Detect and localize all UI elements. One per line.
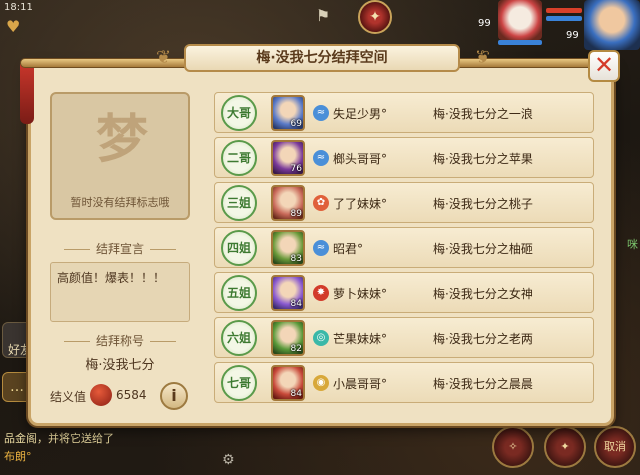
member-portrait: 76 — [271, 140, 305, 176]
member-level: 83 — [290, 254, 302, 264]
member-row[interactable]: 大哥 69 ≈ 失足少男° 梅·没我七分之一浪 — [214, 92, 594, 133]
member-level: 84 — [290, 299, 302, 309]
fire-element-icon: ✿ — [313, 195, 329, 211]
rank-badge: 二哥 — [221, 140, 257, 176]
chat-line: 布朗° — [4, 450, 32, 463]
member-name: 芒果妹妹° — [333, 332, 388, 346]
member-level: 89 — [290, 209, 302, 219]
title-ornament-left: ❦ — [156, 47, 172, 68]
rank-badge: 大哥 — [221, 95, 257, 131]
gear-icon[interactable]: ⚙ — [222, 452, 240, 470]
member-level: 84 — [290, 389, 302, 399]
dialog-title: 梅·没我七分结拜空间 — [184, 44, 460, 72]
rank-badge: 四姐 — [221, 230, 257, 266]
skill-button[interactable]: ✦ — [544, 426, 586, 468]
member-title: 梅·没我七分之柚砸 — [433, 242, 533, 256]
member-title: 梅·没我七分之女神 — [433, 287, 533, 301]
member-title: 梅·没我七分之一浪 — [433, 107, 533, 121]
member-name: 小晨哥哥° — [333, 377, 388, 391]
rank-badge: 三姐 — [221, 185, 257, 221]
member-row[interactable]: 二哥 76 ≈ 榔头哥哥° 梅·没我七分之苹果 — [214, 137, 594, 178]
member-row[interactable]: 七哥 84 ◉ 小晨哥哥° 梅·没我七分之晨晨 — [214, 362, 594, 403]
title-ornament-right: ❦ — [474, 47, 490, 68]
member-level: 82 — [290, 344, 302, 354]
player-level: 99 — [566, 30, 579, 41]
side-label: 咪 — [627, 238, 638, 251]
member-title: 梅·没我七分之晨晨 — [433, 377, 533, 391]
cancel-button[interactable]: 取消 — [594, 426, 636, 468]
clock: 18:11 — [4, 2, 33, 13]
loyalty-value: 6584 — [116, 388, 147, 402]
rank-badge: 七哥 — [221, 365, 257, 401]
member-list: 大哥 69 ≈ 失足少男° 梅·没我七分之一浪 二哥 76 ≈ 榔头哥哥° 梅·… — [214, 92, 596, 408]
loyalty-row: 结义值 6584 i — [50, 382, 190, 410]
declaration-label: 结拜宣言 — [50, 240, 190, 257]
skill-button[interactable]: ✧ — [492, 426, 534, 468]
member-row[interactable]: 六姐 82 ◎ 芒果妹妹° 梅·没我七分之老两 — [214, 317, 594, 358]
earth-element-icon: ◉ — [313, 375, 329, 391]
member-row[interactable]: 四姐 83 ≈ 昭君° 梅·没我七分之柚砸 — [214, 227, 594, 268]
pet-avatar[interactable] — [498, 0, 542, 40]
chat-line: 品金阁，并将它送给了 — [4, 432, 114, 445]
pet-mp-bar — [498, 40, 542, 45]
back-heart-icon[interactable]: ♥ — [6, 18, 26, 36]
tassel-ornament — [20, 64, 34, 124]
loyalty-label: 结义值 — [50, 390, 87, 404]
member-level: 69 — [290, 119, 302, 129]
rank-badge: 六姐 — [221, 320, 257, 356]
wind-element-icon: ≈ — [313, 105, 329, 121]
member-level: 76 — [290, 164, 302, 174]
member-portrait: 83 — [271, 230, 305, 266]
player-avatar[interactable] — [584, 0, 640, 50]
wind-element-icon: ≈ — [313, 150, 329, 166]
member-portrait: 84 — [271, 365, 305, 401]
declaration-text: 高颜值！爆表！！！ — [50, 262, 190, 322]
close-button[interactable]: ✕ — [588, 50, 620, 82]
member-title: 梅·没我七分之老两 — [433, 332, 533, 346]
water-element-icon: ◎ — [313, 330, 329, 346]
pet-level: 99 — [478, 18, 491, 29]
member-name: 失足少男° — [333, 107, 388, 121]
bond-title-label: 结拜称号 — [50, 332, 190, 349]
fire-element-icon: ✸ — [313, 285, 329, 301]
member-portrait: 89 — [271, 185, 305, 221]
member-portrait: 69 — [271, 95, 305, 131]
player-hp-bar — [546, 8, 582, 13]
rank-badge: 五姐 — [221, 275, 257, 311]
member-name: 昭君° — [333, 242, 364, 256]
emblem-placeholder-icon: 梦 — [95, 110, 148, 170]
member-portrait: 84 — [271, 275, 305, 311]
member-row[interactable]: 三姐 89 ✿ 了了妹妹° 梅·没我七分之桃子 — [214, 182, 594, 223]
wind-element-icon: ≈ — [313, 240, 329, 256]
member-name: 了了妹妹° — [333, 197, 388, 211]
info-button[interactable]: i — [160, 382, 188, 410]
member-title: 梅·没我七分之苹果 — [433, 152, 533, 166]
compass-button[interactable]: ✦ — [358, 0, 392, 34]
member-name: 榔头哥哥° — [333, 152, 388, 166]
emblem-empty-text: 暂时没有结拜标志哦 — [70, 196, 170, 209]
flag-icon[interactable]: ⚑ — [312, 6, 334, 28]
member-title: 梅·没我七分之桃子 — [433, 197, 533, 211]
member-name: 萝卜妹妹° — [333, 287, 388, 301]
member-row[interactable]: 五姐 84 ✸ 萝卜妹妹° 梅·没我七分之女神 — [214, 272, 594, 313]
bond-emblem[interactable]: 梦 暂时没有结拜标志哦 — [50, 92, 190, 220]
bond-title-value: 梅·没我七分 — [85, 358, 155, 373]
loyalty-pot-icon — [90, 384, 112, 406]
player-mp-bar — [546, 16, 582, 21]
member-portrait: 82 — [271, 320, 305, 356]
